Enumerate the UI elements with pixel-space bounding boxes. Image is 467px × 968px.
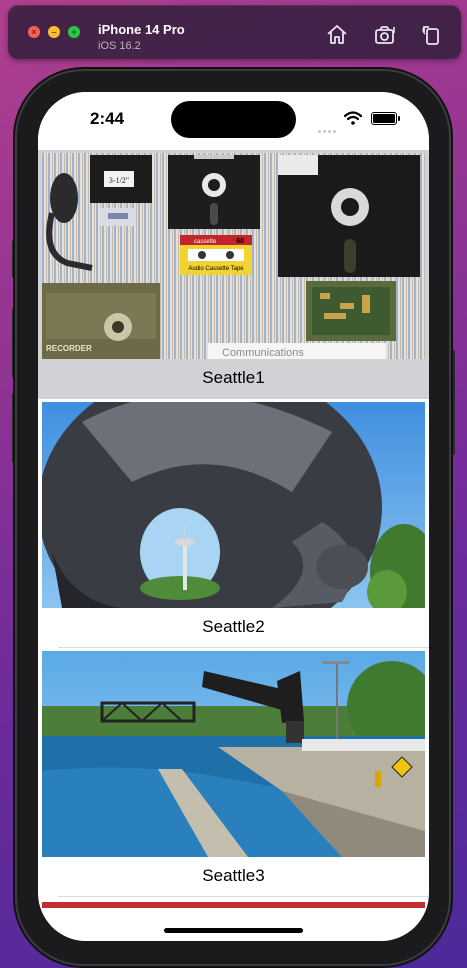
recorder-text: RECORDER [46, 344, 92, 353]
device-os: iOS 16.2 [98, 40, 141, 52]
cassette-number: 60 [236, 238, 244, 245]
device-screen: 2:44 3-1/2" cassette 60 Audio Cassette T… [38, 92, 429, 941]
table-row[interactable]: Seattle2 [38, 399, 429, 648]
minimize-window-button[interactable]: – [48, 26, 60, 38]
row-separator [58, 896, 429, 897]
row-image [42, 402, 425, 608]
status-bar: 2:44 [38, 92, 429, 148]
disk-label: 3-1/2" [109, 176, 129, 185]
next-row-image-peek [42, 902, 425, 908]
zoom-window-button[interactable]: + [68, 26, 80, 38]
table-row[interactable]: 3-1/2" cassette 60 Audio Cassette Tape R… [38, 150, 429, 399]
table-view[interactable]: 3-1/2" cassette 60 Audio Cassette Tape R… [38, 150, 429, 897]
cassette-caption: Audio Cassette Tape [188, 266, 244, 272]
row-title: Seattle1 [202, 368, 265, 387]
home-icon[interactable] [325, 23, 349, 47]
rotate-icon[interactable] [419, 23, 443, 47]
row-image: 3-1/2" cassette 60 Audio Cassette Tape R… [42, 153, 425, 359]
wifi-icon [344, 111, 362, 125]
power-button [449, 350, 455, 455]
cassette-brand: cassette [194, 239, 217, 245]
dynamic-island [171, 101, 296, 138]
close-window-button[interactable]: × [28, 26, 40, 38]
status-time: 2:44 [90, 109, 125, 128]
row-title: Seattle2 [202, 617, 265, 636]
device-name: iPhone 14 Pro [98, 22, 185, 37]
cellular-signal-icon [318, 120, 338, 138]
simulator-toolbar: × – + iPhone 14 Pro iOS 16.2 [8, 5, 461, 59]
home-indicator[interactable] [164, 928, 303, 933]
image-overlay-text: Communications [222, 347, 304, 359]
row-image [42, 651, 425, 857]
screenshot-icon[interactable] [374, 23, 398, 47]
table-row[interactable]: Seattle3 [38, 648, 429, 897]
battery-icon [371, 112, 400, 125]
row-title: Seattle3 [202, 866, 265, 885]
